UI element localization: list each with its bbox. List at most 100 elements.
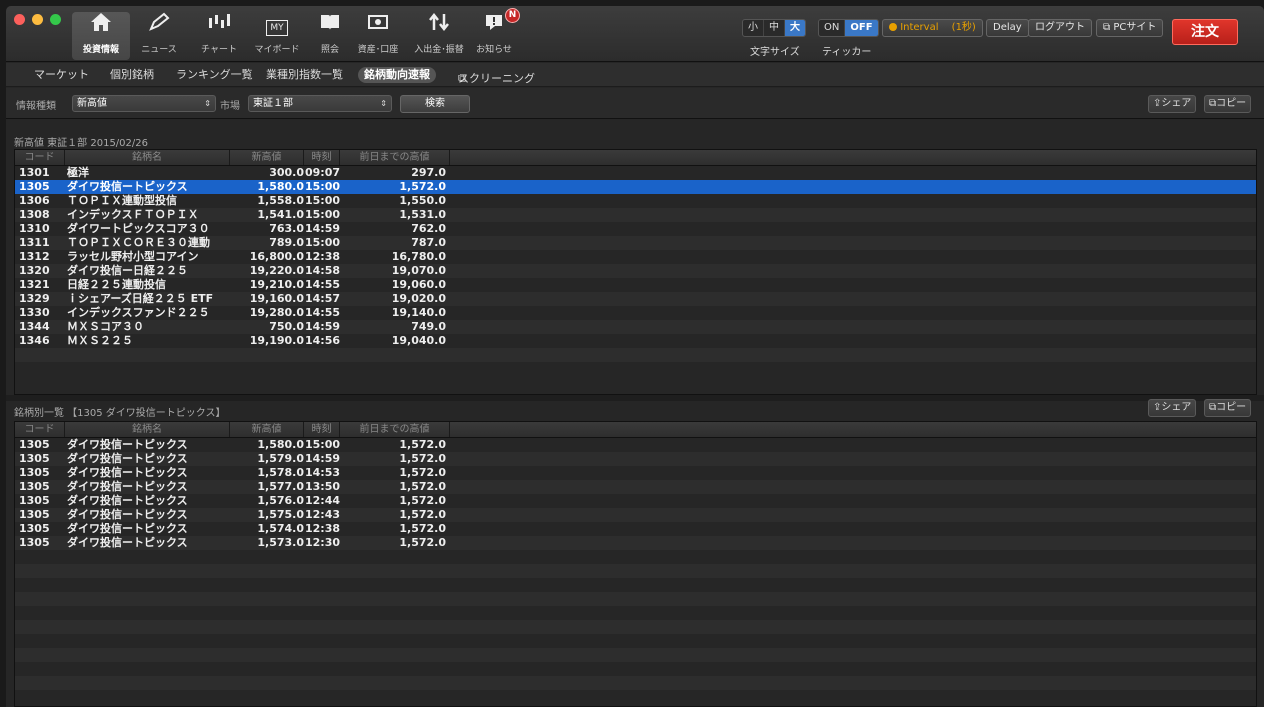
table-body: 1305 ダイワ投信ートピックス 1,580.0 15:00 1,572.0 1305 ダイ… [15,438,1256,704]
empty-row [15,362,1256,376]
nav-screening[interactable]: ⧉ スクリーニング [446,67,535,85]
cell-prev-high: 762.0 [411,222,446,235]
table-header: コード 銘柄名 新高値 時刻 前日までの高値 [15,422,1256,438]
zoom-window-button[interactable] [50,14,61,25]
close-window-button[interactable] [14,14,25,25]
order-button[interactable]: 注文 [1172,19,1238,45]
cell-filler [450,320,1256,334]
nav-individual-stock[interactable]: 個別銘柄 [104,67,160,83]
font-size-large[interactable]: 大 [785,20,805,36]
cell-name: ラッセル野村小型コアイン [67,250,199,263]
tool-chart[interactable]: チャート [194,12,244,60]
table-row[interactable]: 1311 ＴＯＰＩＸＣＯＲＥ３０連動 789.0 15:00 787.0 [15,236,1256,250]
cell-name: ダイワ投信ートピックス [67,480,188,493]
nav-ranking[interactable]: ランキング一覧 [170,67,259,83]
nav-sector-index[interactable]: 業種別指数一覧 [260,67,349,83]
cell-code: 1305 [19,438,50,451]
share-button-top[interactable]: ⇪シェア [1148,95,1197,113]
col-new-high[interactable]: 新高値 [230,150,304,165]
transfer-arrows-icon [406,12,472,38]
tool-assets[interactable]: 資産･口座 [350,12,406,60]
table-row[interactable]: 1305 ダイワ投信ートピックス 1,580.0 15:00 1,572.0 [15,180,1256,194]
table-row[interactable]: 1346 ＭＸＳ２２５ 19,190.0 14:56 19,040.0 [15,334,1256,348]
copy-label: コピー [1216,402,1247,413]
table-row[interactable]: 1301 極洋 300.0 09:07 297.0 [15,166,1256,180]
table-row[interactable]: 1305 ダイワ投信ートピックス 1,574.0 12:38 1,572.0 [15,522,1256,536]
col-time[interactable]: 時刻 [304,150,340,165]
cell-prev-high: 19,060.0 [391,278,446,291]
table-row[interactable]: 1320 ダイワ投信ー日経２２５ 19,220.0 14:58 19,070.0 [15,264,1256,278]
nav-stock-movement[interactable]: 銘柄動向速報 [358,67,436,83]
table-row[interactable]: 1312 ラッセル野村小型コアイン 16,800.0 12:38 16,780.0 [15,250,1256,264]
table-row[interactable]: 1306 ＴＯＰＩＸ連動型投信 1,558.0 15:00 1,550.0 [15,194,1256,208]
copy-button-top[interactable]: ⧉コピー [1204,95,1252,113]
ticker-label: ティッカー [822,47,872,58]
tool-label: マイボード [254,45,300,55]
col-code[interactable]: コード [15,422,65,437]
cell-prev-high: 749.0 [411,320,446,333]
ticker-off[interactable]: OFF [845,20,878,36]
col-prev-high[interactable]: 前日までの高値 [340,422,450,437]
tool-investment-info[interactable]: 投資情報 [72,12,130,60]
top-panel-title: 新高値 東証１部 2015/02/26 [14,138,148,149]
cell-code: 1305 [19,536,50,549]
cell-prev-high: 1,572.0 [399,180,446,193]
ticker-on[interactable]: ON [819,20,846,36]
cell-new-high: 1,577.0 [257,480,304,493]
cell-time: 12:38 [304,250,340,263]
table-row[interactable]: 1305 ダイワ投信ートピックス 1,577.0 13:50 1,572.0 [15,480,1256,494]
info-type-select[interactable]: 新高値 ⇕ [72,95,216,112]
table-row[interactable]: 1329 ｉシェアーズ日経２２５ ETF 19,160.0 14:57 19,020.0 [15,292,1256,306]
delay-button[interactable]: Delay [986,19,1029,37]
table-row[interactable]: 1344 ＭＸＳコア３０ 750.0 14:59 749.0 [15,320,1256,334]
tool-my-board[interactable]: MY マイボード [246,12,308,60]
info-type-value: 新高値 [77,98,107,109]
table-row[interactable]: 1305 ダイワ投信ートピックス 1,573.0 12:30 1,572.0 [15,536,1256,550]
empty-row [15,690,1256,704]
table-row[interactable]: 1310 ダイワートピックスコア３０ 763.0 14:59 762.0 [15,222,1256,236]
font-size-medium[interactable]: 中 [764,20,785,36]
cell-filler [450,180,1256,194]
tool-deposit-transfer[interactable]: 入出金･振替 [406,12,472,60]
font-size-small[interactable]: 小 [743,20,764,36]
table-row[interactable]: 1330 インデックスファンド２２５ 19,280.0 14:55 19,140.0 [15,306,1256,320]
col-code[interactable]: コード [15,150,65,165]
cell-filler [450,222,1256,236]
tool-news[interactable]: ニュース [136,12,182,60]
cell-filler [450,292,1256,306]
col-time[interactable]: 時刻 [304,422,340,437]
table-row[interactable]: 1308 インデックスＦＴＯＰＩＸ 1,541.0 15:00 1,531.0 [15,208,1256,222]
copy-button-bottom[interactable]: ⧉コピー [1204,399,1252,417]
search-button[interactable]: 検索 [400,95,470,113]
col-new-high[interactable]: 新高値 [230,422,304,437]
cell-code: 1312 [19,250,50,263]
cell-time: 14:53 [304,466,340,479]
logout-button[interactable]: ログアウト [1028,19,1092,37]
table-row[interactable]: 1305 ダイワ投信ートピックス 1,579.0 14:59 1,572.0 [15,452,1256,466]
pc-site-button[interactable]: ⧉ PCサイト [1096,19,1164,37]
copy-label: コピー [1216,98,1247,109]
cell-filler [450,166,1256,180]
share-button-bottom[interactable]: ⇪シェア [1148,399,1197,417]
cell-filler [450,536,1256,550]
table-row[interactable]: 1305 ダイワ投信ートピックス 1,575.0 12:43 1,572.0 [15,508,1256,522]
cell-code: 1330 [19,306,50,319]
col-name[interactable]: 銘柄名 [65,422,230,437]
empty-row [15,564,1256,578]
market-select[interactable]: 東証１部 ⇕ [248,95,392,112]
cell-new-high: 300.0 [269,166,304,179]
table-row[interactable]: 1305 ダイワ投信ートピックス 1,578.0 14:53 1,572.0 [15,466,1256,480]
table-row[interactable]: 1305 ダイワ投信ートピックス 1,580.0 15:00 1,572.0 [15,438,1256,452]
table-row[interactable]: 1321 日経２２５連動投信 19,210.0 14:55 19,060.0 [15,278,1256,292]
tool-inquiry[interactable]: 照会 [312,12,348,60]
col-name[interactable]: 銘柄名 [65,150,230,165]
font-size-label: 文字サイズ [750,47,800,58]
nav-market[interactable]: マーケット [28,67,95,83]
interval-button[interactable]: Interval (1秒) [882,19,983,37]
minimize-window-button[interactable] [32,14,43,25]
tool-notice[interactable]: N お知らせ [474,8,520,60]
table-row[interactable]: 1305 ダイワ投信ートピックス 1,576.0 12:44 1,572.0 [15,494,1256,508]
cell-new-high: 19,210.0 [249,278,304,291]
col-prev-high[interactable]: 前日までの高値 [340,150,450,165]
panel-splitter[interactable] [6,395,1264,401]
